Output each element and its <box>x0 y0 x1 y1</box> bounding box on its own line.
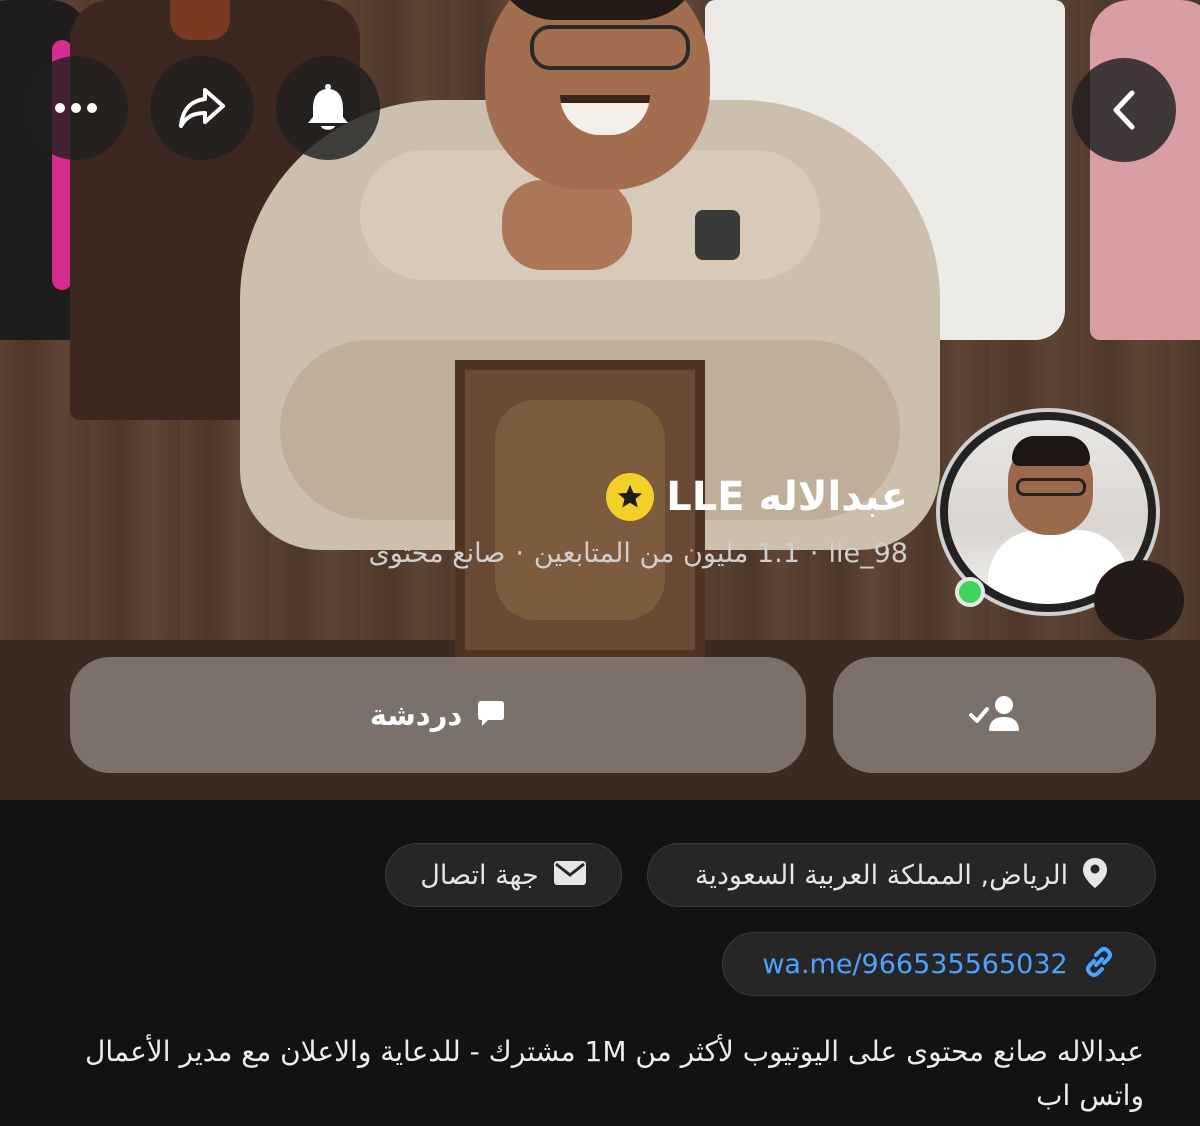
avatar-hair <box>1012 436 1090 466</box>
separator-dot: · <box>515 537 524 569</box>
notifications-button[interactable] <box>276 56 380 160</box>
hands <box>502 180 632 270</box>
more-dots-icon <box>54 102 98 114</box>
link-icon <box>1082 945 1116 983</box>
username: lle_98 <box>828 537 908 569</box>
friend-status-button[interactable] <box>833 657 1156 773</box>
sleeve-patch <box>695 210 740 260</box>
profile-bio: عبدالاله صانع محتوى على اليوتيوب لأكثر م… <box>85 1035 1144 1112</box>
location-chip[interactable]: الرياض, المملكة العربية السعودية <box>647 843 1156 907</box>
envelope-icon <box>553 860 587 890</box>
website-link-chip[interactable]: wa.me/966535565032 <box>722 932 1156 996</box>
profile-subline: lle_98 · 1.1 مليون من المتابعين · صانع م… <box>369 533 908 573</box>
separator-dot: · <box>809 537 819 569</box>
glasses <box>530 25 690 70</box>
bitmoji-notch <box>1094 560 1184 640</box>
chevron-left-icon <box>1111 89 1137 131</box>
chat-button[interactable]: دردشة <box>70 657 806 773</box>
online-status-indicator <box>955 577 985 607</box>
website-link[interactable]: wa.me/966535565032 <box>762 949 1067 980</box>
contact-label: جهة اتصال <box>420 859 539 891</box>
back-button[interactable] <box>1072 58 1176 162</box>
follower-count[interactable]: 1.1 مليون من المتابعين <box>534 538 800 569</box>
bell-icon <box>305 83 351 133</box>
hanging-shirt <box>1090 0 1200 340</box>
contact-chip[interactable]: جهة اتصال <box>385 843 622 907</box>
more-button[interactable] <box>24 56 128 160</box>
shirt-crest <box>170 0 230 40</box>
profile-name-row: عبدالاله LLE <box>606 472 908 522</box>
location-label: الرياض, المملكة العربية السعودية <box>694 859 1069 891</box>
user-check-icon <box>967 693 1023 737</box>
star-badge-icon[interactable] <box>606 473 655 521</box>
avatar-glasses <box>1016 478 1086 496</box>
profile-category: صانع محتوى <box>368 537 506 569</box>
display-name: عبدالاله LLE <box>666 474 908 520</box>
location-pin-icon <box>1082 857 1108 893</box>
chat-label: دردشة <box>369 698 463 732</box>
chat-bubble-icon <box>476 698 506 732</box>
share-button[interactable] <box>150 56 254 160</box>
share-arrow-icon <box>177 86 227 130</box>
